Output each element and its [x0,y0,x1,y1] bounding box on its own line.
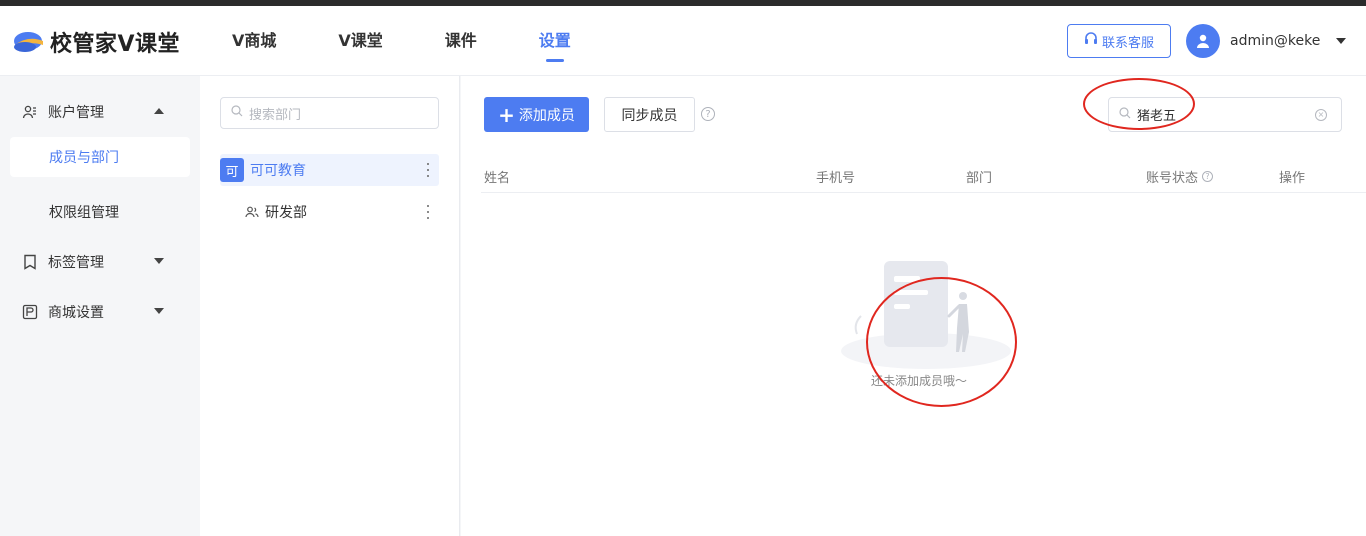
settings-sidebar: 账户管理 成员与部门 权限组管理 标签管理 商城设置 [0,76,200,536]
chevron-down-icon [154,308,164,314]
status-header-label: 账号状态 [1146,171,1199,186]
search-icon [231,105,243,121]
contact-support-button[interactable]: 联系客服 [1067,24,1171,58]
column-header-status: 账号状态 ? [1146,167,1214,186]
column-header-phone: 手机号 [816,171,856,186]
main-nav: V商城 V课堂 课件 设置 [232,6,633,76]
sidebar-item-label: 账户管理 [48,105,104,121]
plus-icon: + [498,102,515,127]
nav-v-classroom[interactable]: V课堂 [338,6,382,76]
department-item-root[interactable]: 可 可可教育 [220,154,439,186]
column-header-name: 姓名 [484,171,511,186]
nav-courseware[interactable]: 课件 [445,6,477,76]
store-icon [22,304,38,320]
nav-settings[interactable]: 设置 [539,6,571,76]
help-icon[interactable]: ? [1202,171,1214,182]
more-icon[interactable] [426,205,429,219]
team-icon [245,205,259,219]
department-search-input[interactable]: 搜索部门 [220,97,439,129]
department-name: 可可教育 [250,163,306,179]
chevron-up-icon [154,108,164,114]
sync-members-button[interactable]: 同步成员 [604,97,695,132]
column-header-actions: 操作 [1279,171,1306,186]
search-icon [1119,106,1131,123]
brand-name: 校管家V课堂 [50,32,181,57]
add-member-label: 添加成员 [518,107,575,124]
nav-v-mall[interactable]: V商城 [232,6,276,76]
users-icon [22,104,38,120]
top-header: 校管家V课堂 V商城 V课堂 课件 设置 联系客服 admin@keke [0,6,1366,76]
sidebar-item-label: 商城设置 [48,305,104,321]
user-menu[interactable]: admin@keke [1186,24,1347,58]
more-icon[interactable] [426,163,429,177]
caret-down-icon [1336,38,1347,44]
sidebar-item-account[interactable]: 账户管理 [10,92,190,132]
column-header-department: 部门 [966,171,993,186]
sidebar-item-label: 标签管理 [48,255,104,271]
members-content: + 添加成员 同步成员 ? 猪老五 × 姓名 手机号 部门 账号状态 ? 操作 [461,76,1366,536]
department-search-placeholder: 搜索部门 [249,107,302,123]
cloud-logo-icon [12,29,46,55]
empty-state-text: 还未添加成员哦～ [871,374,968,388]
sidebar-item-mall-settings[interactable]: 商城设置 [10,292,190,332]
contact-support-label: 联系客服 [1101,35,1154,51]
brand-logo[interactable]: 校管家V课堂 [12,26,180,58]
username: admin@keke [1230,33,1321,49]
sidebar-item-tags[interactable]: 标签管理 [10,242,190,282]
headset-icon [1084,32,1098,50]
add-member-button[interactable]: + 添加成员 [484,97,589,132]
org-badge: 可 [220,158,244,182]
clear-icon[interactable]: × [1315,109,1327,121]
department-name: 研发部 [265,205,307,221]
sync-members-label: 同步成员 [621,107,678,124]
chevron-down-icon [154,258,164,264]
help-icon[interactable]: ? [701,107,715,121]
sidebar-item-label: 成员与部门 [49,150,119,166]
bookmark-icon [22,254,38,270]
department-item-rd[interactable]: 研发部 [220,196,439,228]
member-search-value: 猪老五 [1137,109,1177,124]
sidebar-item-label: 权限组管理 [49,205,119,221]
department-panel: 搜索部门 可 可可教育 研发部 [200,76,460,536]
sidebar-item-members[interactable]: 成员与部门 [10,137,190,177]
table-header: 姓名 手机号 部门 账号状态 ? 操作 [481,156,1366,193]
user-avatar-icon [1186,24,1220,58]
sidebar-item-permissions[interactable]: 权限组管理 [10,192,190,232]
member-search-input[interactable]: 猪老五 × [1108,97,1342,132]
